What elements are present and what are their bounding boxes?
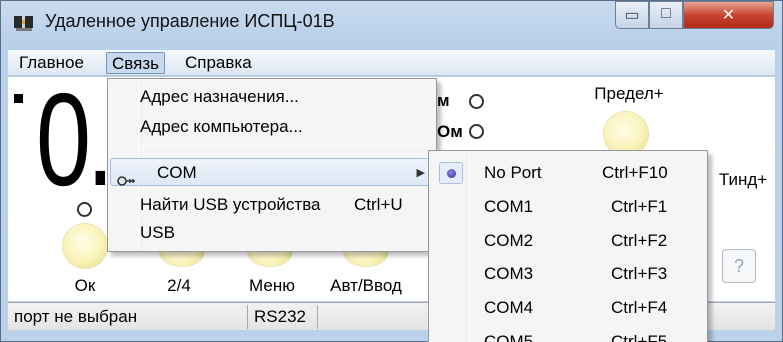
minimize-icon: ▭ <box>624 7 640 24</box>
com-item-shortcut: Ctrl+F5 <box>611 332 668 342</box>
close-button[interactable]: ✕ <box>683 1 774 29</box>
menu-label: Меню <box>249 276 295 295</box>
com-item-shortcut: Ctrl+F1 <box>611 197 668 216</box>
help-button[interactable]: ? <box>722 249 756 283</box>
com-item-label: COM5 <box>484 332 534 342</box>
ok-indicator <box>77 202 92 217</box>
title-bar[interactable]: Удаленное управление ИСПЦ-01В ▭ □ ✕ <box>1 1 782 45</box>
menu-item-usb[interactable]: USB <box>110 219 434 247</box>
app-icon <box>14 16 33 31</box>
menu-connection[interactable]: Связь <box>106 52 165 74</box>
menu-item-find-usb[interactable]: Найти USB устройства Ctrl+U <box>110 191 434 219</box>
menu-item-label: Адрес назначения... <box>140 87 299 106</box>
menu-item-destination-address[interactable]: Адрес назначения... <box>110 83 434 111</box>
com-item-label: COM1 <box>484 197 534 216</box>
menu-item-label: USB <box>140 223 175 242</box>
com-item-no-port[interactable]: No Port Ctrl+F10 <box>432 157 704 189</box>
menu-bar: Главное Связь Справка <box>8 50 775 76</box>
mode-indicator-1 <box>469 94 484 109</box>
com-item-label: COM4 <box>484 298 534 317</box>
menu-separator <box>140 145 432 146</box>
limit-label: Предел+ <box>594 84 664 103</box>
selected-radio-icon <box>439 162 463 184</box>
com-item-shortcut: Ctrl+F10 <box>602 163 668 182</box>
com-item-shortcut: Ctrl+F4 <box>611 298 668 317</box>
mode-indicator-2 <box>469 124 484 139</box>
measurement-display: 0. <box>36 66 114 213</box>
tind-label: Тинд+ <box>718 170 768 189</box>
status-interface: RS232 <box>248 305 318 329</box>
com-item-shortcut: Ctrl+F2 <box>611 231 668 250</box>
connection-menu: Адрес назначения... Адрес компьютера... … <box>107 78 437 252</box>
com-item-label: COM2 <box>484 231 534 250</box>
com-item-com3[interactable]: COM3 Ctrl+F3 <box>432 258 704 290</box>
menu-item-label: Найти USB устройства <box>140 195 321 214</box>
menu-item-shortcut: Ctrl+U <box>354 195 403 214</box>
minimize-button[interactable]: ▭ <box>615 1 649 29</box>
status-port: порт не выбран <box>8 305 248 329</box>
com-item-com5[interactable]: COM5 Ctrl+F5 <box>432 326 704 342</box>
com-item-com1[interactable]: COM1 Ctrl+F1 <box>432 191 704 223</box>
com-item-label: No Port <box>484 163 542 182</box>
com-item-com2[interactable]: COM2 Ctrl+F2 <box>432 225 704 257</box>
menu-item-label: COM <box>157 163 197 182</box>
submenu-arrow-icon: ▶ <box>416 167 425 179</box>
indicator-square <box>14 94 23 103</box>
auto-input-label: Авт/Ввод <box>330 276 402 295</box>
mode-label-1: м <box>437 91 450 110</box>
ok-label: Ок <box>74 276 96 295</box>
close-icon: ✕ <box>721 7 736 24</box>
maximize-icon: □ <box>661 5 671 22</box>
window-title: Удаленное управление ИСПЦ-01В <box>45 11 335 31</box>
two-four-label: 2/4 <box>167 276 191 295</box>
ok-button[interactable] <box>63 224 107 268</box>
menu-item-com[interactable]: COM ▶ <box>110 158 434 186</box>
menu-item-label: Адрес компьютера... <box>140 117 303 136</box>
maximize-button[interactable]: □ <box>649 1 683 29</box>
menu-help[interactable]: Справка <box>180 52 257 74</box>
com-item-label: COM3 <box>484 264 534 283</box>
com-item-com4[interactable]: COM4 Ctrl+F4 <box>432 292 704 324</box>
menu-item-computer-address[interactable]: Адрес компьютера... <box>110 113 434 141</box>
com-item-shortcut: Ctrl+F3 <box>611 264 668 283</box>
com-submenu: No Port Ctrl+F10 COM1 Ctrl+F1 COM2 Ctrl+… <box>428 150 708 342</box>
mode-label-2: Ом <box>437 122 463 141</box>
